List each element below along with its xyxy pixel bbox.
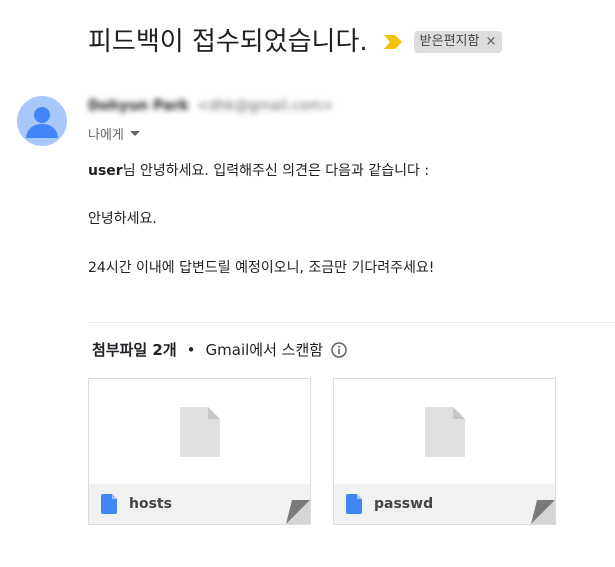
- info-icon[interactable]: [331, 341, 347, 358]
- sender-email: <dhk@gmail.com>: [197, 98, 334, 114]
- attachment-card-passwd[interactable]: passwd: [333, 378, 556, 525]
- sender-name[interactable]: Dohyun Park: [88, 98, 189, 114]
- recipient-label: 나에게: [88, 128, 124, 143]
- chevron-down-icon[interactable]: [129, 131, 140, 136]
- body-username: user: [88, 163, 123, 179]
- attachment-filename: hosts: [129, 496, 172, 512]
- recipient-details[interactable]: 나에게: [88, 124, 140, 143]
- separator-dot: •: [186, 340, 196, 359]
- attachments-header: 첨부파일 2개 • Gmail에서 스캔함: [92, 339, 347, 360]
- body-line-greeting: user님 안녕하세요. 입력해주신 의견은 다음과 같습니다 :: [88, 160, 429, 180]
- inbox-label-text: 받은편지함: [419, 34, 480, 49]
- doc-file-icon: [101, 494, 117, 514]
- remove-label-close-icon[interactable]: ×: [485, 33, 496, 51]
- inbox-label-chip[interactable]: 받은편지함 ×: [413, 31, 503, 53]
- body-line-closing: 24시간 이내에 답변드릴 예정이오니, 조금만 기다려주세요!: [88, 260, 435, 276]
- attachment-filename: passwd: [374, 496, 434, 512]
- person-avatar-icon: [26, 107, 58, 138]
- importance-marker-icon[interactable]: [383, 35, 402, 49]
- sender-line: Dohyun Park <dhk@gmail.com>: [88, 98, 334, 114]
- email-subject: 피드백이 접수되었습니다.: [88, 27, 368, 57]
- file-preview-icon: [180, 407, 220, 457]
- doc-file-icon: [346, 494, 362, 514]
- page-fold-corner: [531, 500, 555, 524]
- subject-row: 피드백이 접수되었습니다. 받은편지함 ×: [88, 24, 503, 60]
- body-line1-text: 님 안녕하세요. 입력해주신 의견은 다음과 같습니다 :: [122, 163, 430, 179]
- attachments-title: 첨부파일 2개: [92, 341, 177, 359]
- scan-note: Gmail에서 스캔함: [205, 341, 324, 359]
- attachment-card-hosts[interactable]: hosts: [88, 378, 311, 525]
- page-fold-corner: [286, 500, 310, 524]
- body-line-feedback: 안녕하세요.: [88, 211, 157, 227]
- sender-avatar[interactable]: [17, 96, 67, 146]
- attachments-divider: [88, 322, 615, 323]
- file-preview-icon: [425, 407, 465, 457]
